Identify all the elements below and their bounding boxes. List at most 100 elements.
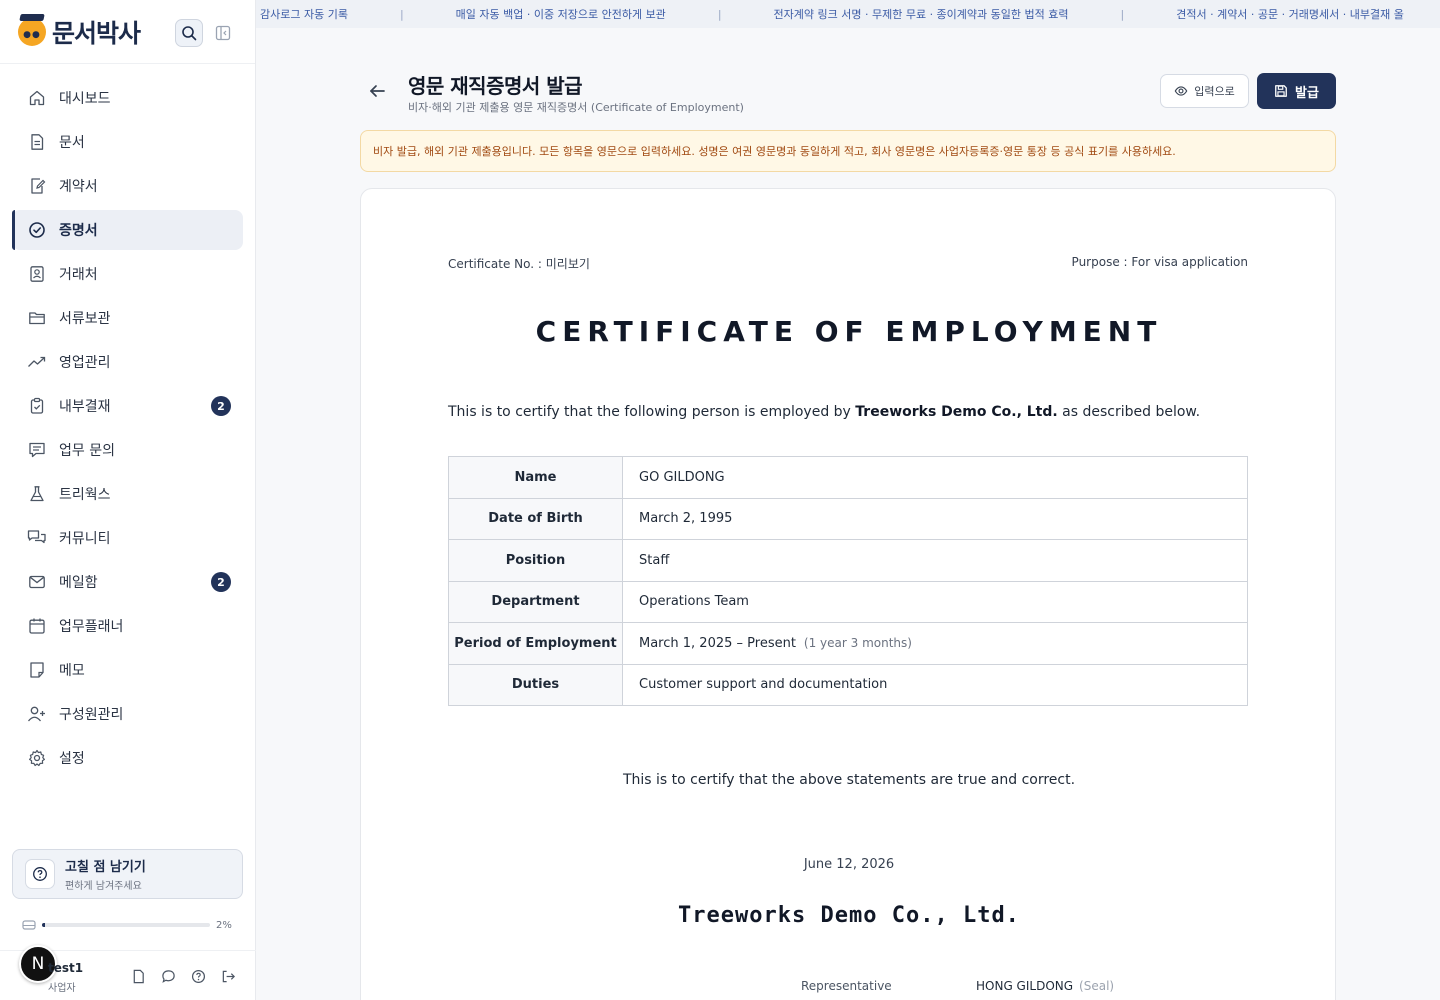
certificate-title: CERTIFICATE OF EMPLOYMENT (535, 315, 1163, 348)
page-header: 영문 재직증명서 발급 비자·해외 기관 제출용 영문 재직증명서 (Certi… (360, 68, 1336, 116)
sidebar-item-14[interactable]: 구성원관리 (12, 694, 243, 734)
sidebar-item-3[interactable]: 증명서 (12, 210, 243, 250)
field-value-cell: GO GILDONG (622, 456, 1248, 499)
field-value: Staff (639, 552, 670, 568)
sidebar-item-label: 구성원관리 (59, 707, 124, 723)
announcement-ticker: 감사로그 자동 기록 | 매일 자동 백업 · 이중 저장으로 안전하게 보관 | 전자… (256, 0, 1440, 28)
certificate-intro: This is to certify that the following pe… (448, 404, 1200, 420)
sidebar-item-label: 커뮤니티 (59, 531, 111, 547)
field-note: (1 year 3 months) (803, 635, 912, 650)
save-icon (1274, 84, 1288, 98)
sidebar-item-10[interactable]: 커뮤니티 (12, 518, 243, 558)
sidebar-item-13[interactable]: 메모 (12, 650, 243, 690)
sidebar-item-label: 메모 (59, 663, 85, 679)
intro-text-after: as described below. (1057, 404, 1201, 420)
ticker-item: 매일 자동 백업 · 이중 저장으로 안전하게 보관 (455, 8, 666, 21)
arrow-left-icon (368, 82, 386, 100)
sidebar-item-label: 트리웍스 (59, 487, 111, 503)
feedback-subtitle: 편하게 남겨주세요 (65, 881, 142, 892)
sidebar-item-label: 업무 문의 (59, 443, 115, 459)
feedback-title: 고칠 점 남기기 (65, 860, 146, 875)
sidebar-item-label: 거래처 (59, 267, 98, 283)
document-icon (27, 132, 47, 152)
sidebar-item-label: 문서 (59, 135, 85, 151)
sidebar-item-label: 계약서 (59, 179, 98, 195)
sidebar-item-2[interactable]: 계약서 (12, 166, 243, 206)
sidebar-item-label: 내부결재 (59, 399, 111, 415)
sidebar-item-8[interactable]: 업무 문의 (12, 430, 243, 470)
field-value: March 1, 2025 – Present (639, 635, 796, 651)
chat-icon[interactable] (159, 967, 177, 985)
field-label: Period of Employment (448, 622, 623, 665)
field-value: March 2, 1995 (639, 511, 733, 527)
back-button[interactable] (366, 80, 388, 102)
brand-logo-icon[interactable]: ●● (18, 17, 46, 46)
representative-label: Representative (801, 979, 892, 993)
user-name: test1 (48, 961, 84, 975)
notification-badge: 2 (211, 396, 231, 416)
page-title: 영문 재직증명서 발급 (408, 74, 583, 98)
document-icon[interactable] (129, 967, 147, 985)
company-name: Treeworks Demo Co., Ltd. (678, 903, 1020, 928)
field-label: Name (448, 456, 623, 499)
field-value-cell: March 1, 2025 – Present (1 year 3 months) (622, 622, 1248, 665)
help-icon[interactable] (189, 967, 207, 985)
sidebar-item-7[interactable]: 내부결재 2 (12, 386, 243, 426)
storage-usage: 2% (22, 917, 236, 933)
field-value: Operations Team (639, 594, 749, 610)
user-actions (129, 967, 237, 985)
certify-statement: This is to certify that the above statem… (622, 772, 1076, 788)
sidebar-item-5[interactable]: 서류보관 (12, 298, 243, 338)
user-panel: N test1 사업자 (0, 945, 256, 1000)
sidebar-item-label: 대시보드 (59, 91, 111, 107)
folder-icon (27, 308, 47, 328)
sidebar-item-15[interactable]: 설정 (12, 738, 243, 778)
eye-icon (1174, 84, 1188, 98)
storage-icon (22, 919, 36, 931)
sidebar-collapse-icon (215, 25, 231, 41)
intro-company: Treeworks Demo Co., Ltd. (855, 404, 1058, 420)
message-lines-icon (27, 440, 47, 460)
brand-name[interactable]: 문서박사 (52, 14, 141, 50)
input-mode-button[interactable]: 입력으로 (1160, 74, 1249, 108)
sidebar-item-1[interactable]: 문서 (12, 122, 243, 162)
mail-icon (27, 572, 47, 592)
seal-label: (Seal) (1079, 979, 1115, 993)
issue-button[interactable]: 발급 (1257, 73, 1336, 109)
user-plus-icon (27, 704, 47, 724)
field-value-cell: Operations Team (622, 580, 1248, 623)
representative-name: HONG GILDONG (976, 979, 1074, 993)
search-icon (181, 25, 197, 41)
gear-icon (27, 748, 47, 768)
question-icon (25, 859, 55, 889)
calendar-icon (27, 616, 47, 636)
sidebar-item-12[interactable]: 업무플래너 (12, 606, 243, 646)
issue-label: 발급 (1295, 85, 1319, 101)
sidebar-item-label: 서류보관 (59, 311, 111, 327)
trend-up-icon (27, 352, 47, 372)
sidebar-item-0[interactable]: 대시보드 (12, 78, 243, 118)
notification-badge: 2 (211, 572, 231, 592)
sidebar-item-11[interactable]: 메일함 2 (12, 562, 243, 602)
user-role: 사업자 (48, 983, 76, 994)
field-value: GO GILDONG (639, 469, 725, 485)
storage-progress-fill (42, 923, 46, 927)
ticker-item: 견적서 · 계약서 · 공문 · 거래명세서 · 내부결재 올 (1176, 8, 1404, 21)
storage-percent: 2% (216, 919, 232, 931)
field-value-cell: Customer support and documentation (622, 663, 1248, 706)
collapse-sidebar-button[interactable] (214, 24, 232, 42)
ticker-separator: | (717, 7, 722, 21)
certificate-preview: Certificate No. : 미리보기 Purpose : For vis… (360, 188, 1336, 1000)
search-button[interactable] (175, 19, 203, 47)
note-icon (27, 660, 47, 680)
field-value: Customer support and documentation (639, 677, 888, 693)
sidebar-item-9[interactable]: 트리웍스 (12, 474, 243, 514)
field-value-cell: March 2, 1995 (622, 497, 1248, 540)
sidebar-item-6[interactable]: 영업관리 (12, 342, 243, 382)
logout-icon[interactable] (219, 967, 237, 985)
sidebar-item-4[interactable]: 거래처 (12, 254, 243, 294)
page-subtitle: 비자·해외 기관 제출용 영문 재직증명서 (Certificate of Em… (408, 101, 744, 114)
feedback-button[interactable]: 고칠 점 남기기 편하게 남겨주세요 (12, 849, 243, 899)
field-label: Duties (448, 663, 623, 706)
field-label: Position (448, 539, 623, 582)
